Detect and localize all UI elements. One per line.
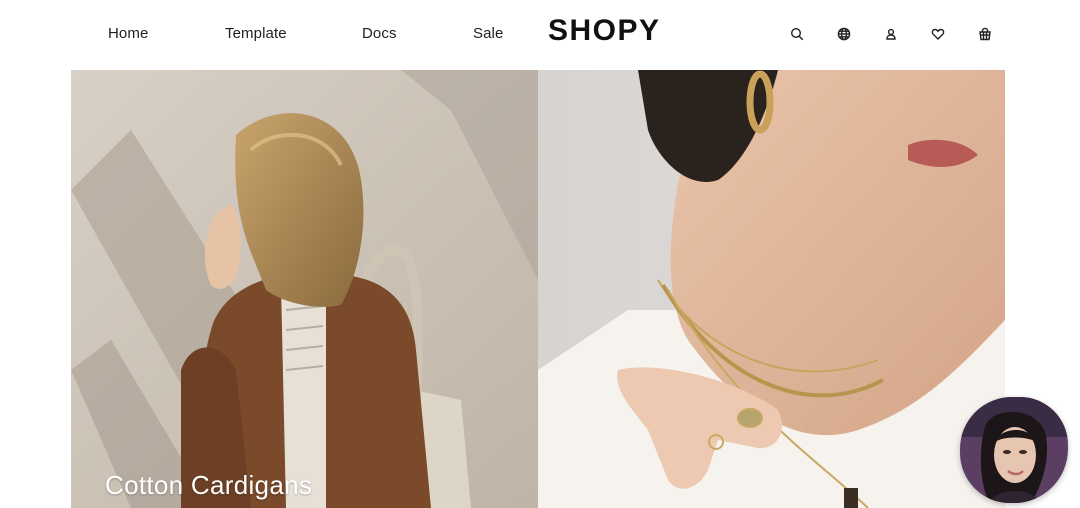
site-header: Home Template Docs Sale SHOPY bbox=[0, 0, 1080, 70]
avatar-face-image bbox=[960, 397, 1068, 503]
panel-caption: Cotton Cardigans bbox=[105, 470, 313, 500]
hero-panel-cardigans[interactable]: Cotton Cardigans bbox=[71, 70, 538, 508]
hero-panel-jewelry[interactable] bbox=[538, 70, 1005, 508]
nav-home[interactable]: Home bbox=[108, 25, 148, 42]
cardigan-model-image bbox=[71, 70, 538, 508]
heart-icon[interactable] bbox=[928, 24, 948, 44]
nav-docs[interactable]: Docs bbox=[362, 25, 397, 42]
globe-icon[interactable] bbox=[834, 24, 854, 44]
nav-sale[interactable]: Sale bbox=[473, 25, 503, 42]
jewelry-model-image bbox=[538, 70, 1005, 508]
cart-icon[interactable] bbox=[975, 24, 995, 44]
hero-banner: Cotton Cardigans bbox=[71, 70, 1005, 508]
search-icon[interactable] bbox=[787, 24, 807, 44]
nav-template[interactable]: Template bbox=[225, 25, 287, 42]
site-logo[interactable]: SHOPY bbox=[548, 14, 661, 48]
user-icon[interactable] bbox=[881, 24, 901, 44]
chat-widget-avatar[interactable] bbox=[960, 397, 1068, 503]
